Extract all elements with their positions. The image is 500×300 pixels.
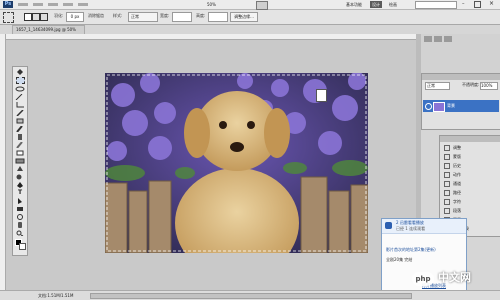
- opacity-label: 不透明度:: [462, 82, 480, 87]
- blend-mode-select[interactable]: 正常: [425, 82, 450, 90]
- mask-item[interactable]: 蒙版: [444, 153, 461, 161]
- refine-edge-button[interactable]: 调整边缘...: [230, 12, 258, 22]
- window-minimize-icon[interactable]: –: [462, 2, 470, 7]
- feather-input[interactable]: 0 px: [66, 12, 84, 22]
- history-brush-tool-icon[interactable]: [15, 142, 25, 148]
- clone-stamp-tool-icon[interactable]: [15, 134, 25, 140]
- dodge-tool-icon[interactable]: [15, 174, 25, 180]
- character-item[interactable]: 字符: [444, 198, 461, 206]
- type-tool-icon[interactable]: T: [15, 190, 25, 196]
- height-input[interactable]: [208, 12, 228, 22]
- workspace-basic-button[interactable]: 基本功能: [346, 1, 362, 8]
- popup-header: 2 迅雷看看播放 已经 1 连续观看: [382, 219, 466, 234]
- popup-subtitle: 已经 1 连续观看: [396, 226, 426, 231]
- search-field[interactable]: [415, 1, 457, 9]
- eye-icon[interactable]: [425, 103, 432, 110]
- panel-tab-icon[interactable]: [434, 36, 442, 42]
- healing-brush-tool-icon[interactable]: [15, 118, 25, 124]
- subtract-selection-icon[interactable]: [40, 13, 48, 21]
- paths-icon: [444, 190, 450, 196]
- adjust-icon: [444, 145, 450, 151]
- pen-tool-icon[interactable]: [15, 182, 25, 188]
- height-label: 高度:: [196, 13, 206, 18]
- document-canvas[interactable]: [105, 73, 368, 253]
- shape-tool-icon[interactable]: [15, 206, 25, 212]
- width-label: 宽度:: [160, 13, 170, 18]
- screen-mode-icon[interactable]: [256, 1, 268, 10]
- php-watermark-text: 中文网: [438, 271, 471, 284]
- opacity-value[interactable]: 100%: [480, 82, 498, 90]
- marquee-tool-icon[interactable]: [3, 12, 14, 23]
- history-icon: [444, 163, 450, 169]
- hand-tool-icon[interactable]: [15, 222, 25, 228]
- gradient-tool-icon[interactable]: [15, 158, 25, 164]
- panel-tab-strip: [421, 34, 500, 74]
- ruler-left: [0, 34, 6, 290]
- eraser-tool-icon[interactable]: [15, 150, 25, 156]
- layers-panel: 正常 不透明度: 100% 背景: [421, 73, 500, 130]
- brush-tool-icon[interactable]: [15, 126, 25, 132]
- history-item[interactable]: 历史: [444, 162, 461, 170]
- popup-line-1[interactable]: 影片首次的地址第2集(更新): [386, 247, 436, 253]
- antialias-checkbox-label[interactable]: 消除锯齿: [88, 12, 104, 20]
- style-label: 样式:: [113, 13, 123, 18]
- menu-bar: Ps 50% 基本功能 设计 绘画 – ×: [0, 0, 500, 10]
- layers-panel-header: [422, 74, 500, 80]
- zoom-level[interactable]: 50%: [207, 1, 216, 8]
- actions-icon: [444, 172, 450, 178]
- rect-marquee-tool-icon[interactable]: [16, 77, 25, 84]
- photoshop-logo: Ps: [3, 1, 13, 8]
- crop-tool-icon[interactable]: [15, 102, 25, 108]
- document-tab[interactable]: 1657_1_14634099.jpg @ 50%(RGB/8): [12, 25, 85, 40]
- workspace-design-button[interactable]: 设计: [370, 1, 382, 8]
- puppy-photo: [105, 73, 368, 253]
- ruler-top: [0, 34, 421, 40]
- menu-items-placeholder: [18, 2, 118, 7]
- tools-panel: T: [12, 66, 28, 256]
- workspace-paint-button[interactable]: 绘画: [389, 1, 397, 8]
- adjust-item[interactable]: 调整: [444, 144, 461, 152]
- zoom-tool-icon[interactable]: [15, 230, 25, 236]
- path-selection-tool-icon[interactable]: [15, 198, 25, 204]
- document-info[interactable]: 文档:1.51M/1.51M: [38, 292, 73, 299]
- feather-label: 羽化:: [54, 13, 64, 18]
- layer-name: 背景: [447, 103, 455, 108]
- eyedropper-tool-icon[interactable]: [15, 110, 25, 116]
- channels-item[interactable]: 通道: [444, 180, 461, 188]
- new-selection-icon[interactable]: [24, 13, 32, 21]
- options-bar: 羽化: 0 px 消除锯齿 样式: 正常 宽度: 高度: 调整边缘...: [0, 10, 500, 25]
- paragraph-item[interactable]: 段落: [444, 207, 461, 215]
- actions-item[interactable]: 动作: [444, 171, 461, 179]
- add-selection-icon[interactable]: [32, 13, 40, 21]
- brush-cursor-icon: [316, 89, 327, 102]
- lasso-tool-icon[interactable]: [15, 86, 25, 92]
- width-input[interactable]: [172, 12, 192, 22]
- layer-thumbnail: [433, 102, 445, 112]
- panel-tab-icon[interactable]: [424, 36, 432, 42]
- adjustments-panel-header: [440, 136, 500, 142]
- panel-tab-icon[interactable]: [444, 36, 452, 42]
- php-watermark-badge: php: [412, 272, 434, 286]
- popup-app-icon: [385, 222, 392, 229]
- background-color-swatch[interactable]: [19, 243, 26, 250]
- move-tool-icon[interactable]: [15, 69, 25, 75]
- window-maximize-icon[interactable]: [474, 1, 481, 8]
- window-close-icon[interactable]: ×: [487, 0, 496, 8]
- paths-item[interactable]: 路径: [444, 189, 461, 197]
- layer-row-background[interactable]: 背景: [423, 100, 499, 112]
- character-icon: [444, 199, 450, 205]
- popup-line-2: 全剧20集 完结: [386, 257, 413, 262]
- channels-icon: [444, 181, 450, 187]
- horizontal-scrollbar[interactable]: [90, 293, 412, 299]
- mask-icon: [444, 154, 450, 160]
- style-select[interactable]: 正常: [128, 12, 158, 22]
- blur-tool-icon[interactable]: [15, 166, 25, 172]
- paragraph-icon: [444, 208, 450, 214]
- magic-wand-tool-icon[interactable]: [15, 94, 25, 100]
- 3d-rotate-tool-icon[interactable]: [15, 214, 25, 220]
